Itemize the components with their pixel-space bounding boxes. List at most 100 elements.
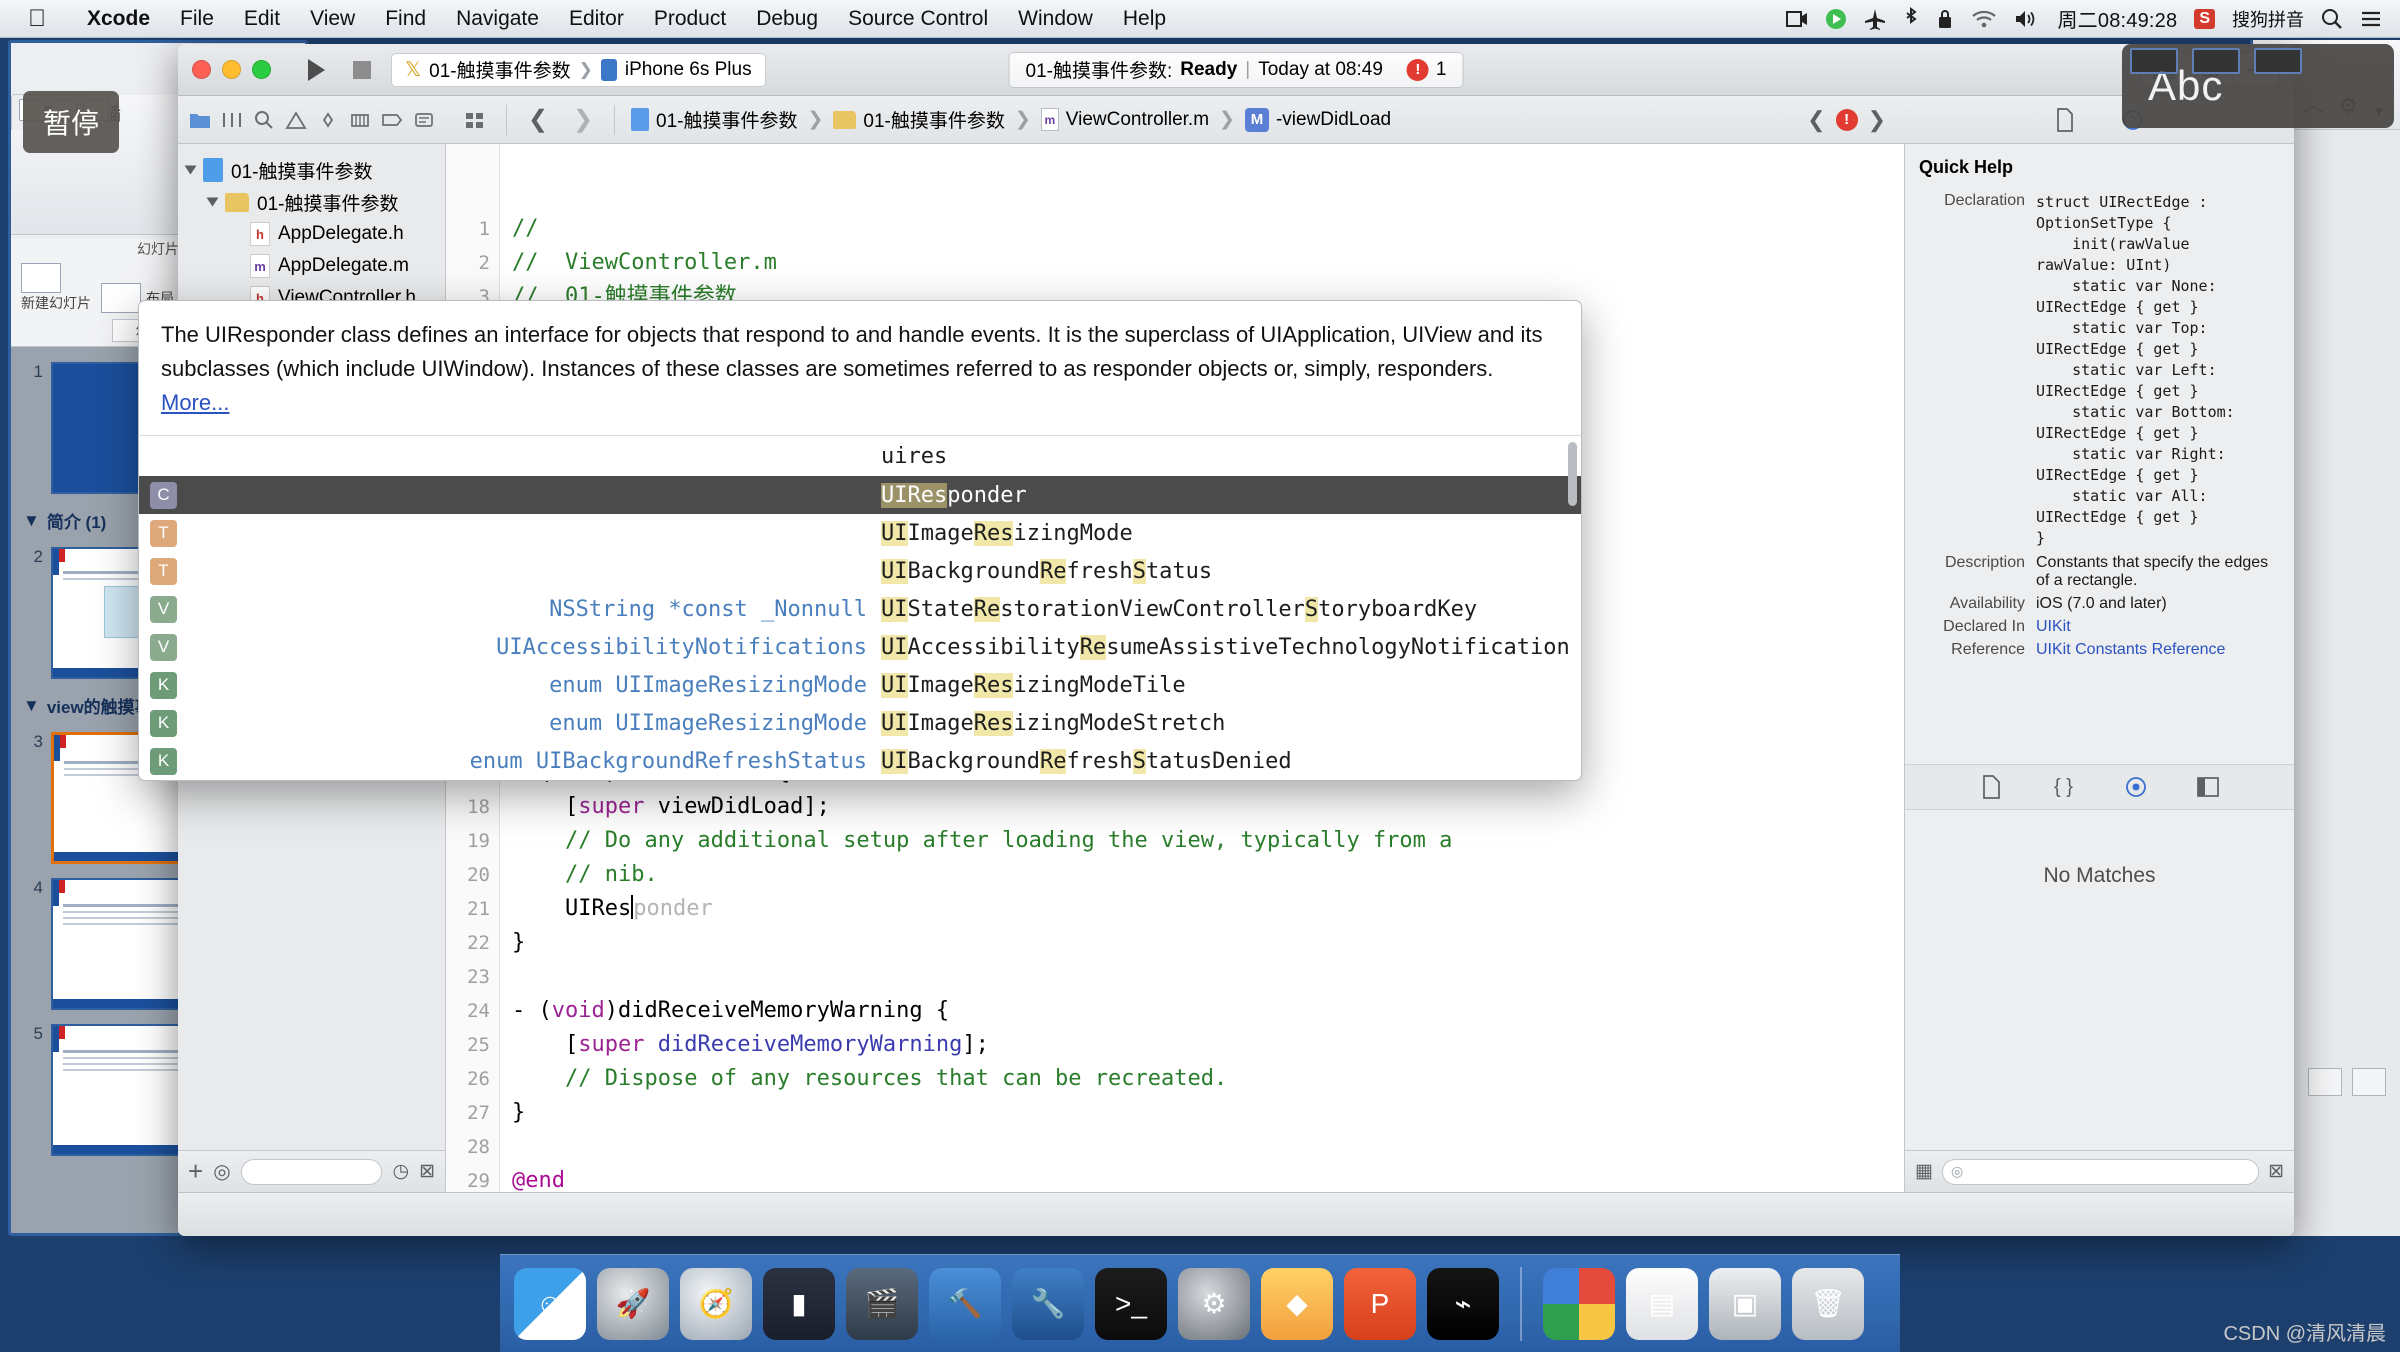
quick-help-reference-value[interactable]: UIKit Constants Reference <box>2036 641 2280 659</box>
completion-item[interactable]: T UIImageResizingMode <box>139 514 1581 552</box>
disclosure-triangle-icon[interactable]: ▼ <box>23 696 40 716</box>
ime-name-label[interactable]: 搜狗拼音 <box>2232 6 2304 32</box>
menu-item-source-control[interactable]: Source Control <box>833 7 1003 31</box>
test-navigator-icon[interactable] <box>314 104 343 136</box>
menu-item-edit[interactable]: Edit <box>229 7 295 31</box>
system-preferences-icon[interactable]: ⚙ <box>1178 1267 1250 1340</box>
run-button[interactable] <box>293 53 339 87</box>
menu-item-product[interactable]: Product <box>639 7 741 31</box>
completion-more-link[interactable]: More... <box>161 390 229 415</box>
code-completion-popup[interactable]: The UIResponder class defines an interfa… <box>138 300 1582 781</box>
previous-issue-button[interactable]: ❮ <box>1807 107 1825 133</box>
quick-help-declared-in-value[interactable]: UIKit <box>2036 618 2280 636</box>
code-line[interactable]: 20 // nib. <box>446 858 1904 892</box>
navigator-filter-bar[interactable]: + ◎ ◷ ⊠ <box>178 1150 445 1192</box>
completion-scrollbar[interactable] <box>1568 442 1577 506</box>
minimize-window-button[interactable] <box>222 60 241 79</box>
terminal-icon[interactable]: >_ <box>1095 1267 1167 1340</box>
completion-list[interactable]: uires C UIResponder T UIImageResizingMode T UI… <box>139 435 1581 780</box>
code-line[interactable]: 29 @end <box>446 1164 1904 1192</box>
breadcrumb-item-file[interactable]: m ViewController.m ❯ <box>1040 108 1238 131</box>
close-library-icon[interactable]: ⊠ <box>2268 1160 2284 1183</box>
sketch-icon[interactable]: ◆ <box>1261 1267 1333 1340</box>
code-line[interactable]: 1 // <box>446 212 1904 246</box>
filter-icon[interactable]: ◎ <box>213 1159 230 1184</box>
code-snippet-library-icon[interactable]: { } <box>2049 772 2079 802</box>
code-line[interactable]: 25 [super didReceiveMemoryWarning]; <box>446 1028 1904 1062</box>
downloads-stack-icon[interactable]: ▣ <box>1709 1267 1781 1340</box>
xcode-debug-bar[interactable] <box>178 1192 2294 1236</box>
menu-bar-clock[interactable]: 周二08:49:28 <box>2057 4 2177 33</box>
documents-stack-icon[interactable]: ▤ <box>1626 1267 1698 1340</box>
source-control-filter-icon[interactable]: ⊠ <box>419 1160 435 1183</box>
menu-bar-status-items[interactable]: 周二08:49:28 S 搜狗拼音 <box>1769 4 2400 33</box>
ime-floating-panel[interactable]: Abc <box>2122 44 2394 128</box>
window-traffic-lights[interactable] <box>192 60 271 79</box>
code-line[interactable]: 18 [super viewDidLoad]; <box>446 790 1904 824</box>
completion-item[interactable]: T UIBackgroundRefreshStatus <box>139 552 1581 590</box>
xcode-beta-icon[interactable]: 🔧 <box>1012 1267 1084 1340</box>
navigator-filter-input[interactable] <box>240 1158 383 1185</box>
file-inspector-icon[interactable] <box>2044 104 2086 136</box>
source-control-navigator-icon[interactable] <box>218 104 247 136</box>
zoom-window-button[interactable] <box>252 60 271 79</box>
iterm-icon[interactable]: ⌁ <box>1427 1267 1499 1340</box>
disclosure-triangle-icon[interactable] <box>184 165 197 175</box>
code-line[interactable]: 23 <box>446 960 1904 994</box>
completion-query-row[interactable]: uires <box>139 436 1581 476</box>
menu-item-find[interactable]: Find <box>370 7 441 31</box>
quicktime-icon[interactable]: 🎬 <box>846 1267 918 1340</box>
tree-item-folder[interactable]: 01-触摸事件参数 <box>178 186 445 218</box>
issue-stepper[interactable]: ❮ ! ❯ <box>1807 107 1896 133</box>
go-forward-button[interactable]: ❯ <box>562 104 604 136</box>
airplane-icon[interactable] <box>1864 8 1886 30</box>
code-line[interactable]: 28 <box>446 1130 1904 1164</box>
editor-jump-bar[interactable]: ❮ ❯ 01-触摸事件参数 ❯ 01-触摸事件参数 ❯ m ViewContro… <box>446 104 1904 136</box>
completion-item[interactable]: Kenum UIImageResizingMode UIImageResizing… <box>139 704 1581 742</box>
debug-navigator-icon[interactable] <box>345 104 374 136</box>
add-file-button[interactable]: + <box>188 1156 203 1187</box>
library-filter-bar[interactable]: ▦ ◎ ⊠ <box>1905 1150 2294 1192</box>
menu-item-view[interactable]: View <box>295 7 370 31</box>
grid-view-icon[interactable] <box>2308 1068 2342 1096</box>
ime-logo-icon[interactable]: S <box>2194 8 2215 29</box>
menu-item-editor[interactable]: Editor <box>554 7 639 31</box>
completion-item[interactable]: V NSString *const _Nonnull UIStateRestorat… <box>139 590 1581 628</box>
tree-item-file[interactable]: m AppDelegate.m <box>178 250 445 282</box>
bluetooth-icon[interactable] <box>1903 6 1919 31</box>
apple-logo-icon[interactable]:  <box>28 5 46 33</box>
search-icon[interactable] <box>2321 8 2343 30</box>
breadcrumb-item-symbol[interactable]: M -viewDidLoad <box>1244 107 1391 132</box>
screen-record-icon[interactable] <box>1786 9 1808 29</box>
launchpad-icon[interactable]: 🚀 <box>597 1267 669 1340</box>
breadcrumb-item-project[interactable]: 01-触摸事件参数 ❯ <box>631 106 826 133</box>
xcode-jump-bar[interactable]: ❮ ❯ 01-触摸事件参数 ❯ 01-触摸事件参数 ❯ m ViewContro… <box>178 96 2294 144</box>
code-line[interactable]: 26 // Dispose of any resources that can … <box>446 1062 1904 1096</box>
grid-layout-icon[interactable]: ▦ <box>1915 1160 1933 1183</box>
completion-item[interactable]: V UIAccessibilityNotifications UIAccessibi… <box>139 628 1581 666</box>
quick-help-inspector[interactable]: Quick Help Declaration struct UIRectEdge… <box>1904 144 2294 1192</box>
disclosure-triangle-icon[interactable] <box>206 197 219 207</box>
code-line[interactable]: 27} <box>446 1096 1904 1130</box>
menu-item-xcode[interactable]: Xcode <box>72 7 165 31</box>
stop-button[interactable] <box>339 53 385 87</box>
mouse-icon[interactable]: ▮ <box>763 1267 835 1340</box>
completion-item[interactable]: Kenum UIImageResizingMode UIImageResizing… <box>139 666 1581 704</box>
notification-center-icon[interactable] <box>2360 9 2382 29</box>
menu-item-navigate[interactable]: Navigate <box>441 7 554 31</box>
next-issue-button[interactable]: ❯ <box>1868 107 1886 133</box>
menu-item-help[interactable]: Help <box>1108 7 1181 31</box>
completion-item-selected[interactable]: C UIResponder <box>139 476 1581 514</box>
search-navigator-icon[interactable] <box>250 104 279 136</box>
breadcrumb[interactable]: 01-触摸事件参数 ❯ 01-触摸事件参数 ❯ m ViewController… <box>625 106 1391 133</box>
trash-icon[interactable]: 🗑 <box>1792 1267 1864 1340</box>
folder-navigator-icon[interactable] <box>186 104 215 136</box>
object-library-icon[interactable] <box>2121 772 2151 802</box>
volume-icon[interactable] <box>2014 9 2040 29</box>
completion-item[interactable]: Kenum UIBackgroundRefreshStatus UIBackgro… <box>139 742 1581 780</box>
paw-icon[interactable]: P <box>1344 1267 1416 1340</box>
xcode-icon[interactable]: 🔨 <box>929 1267 1001 1340</box>
tree-item-file[interactable]: h AppDelegate.h <box>178 218 445 250</box>
disclosure-triangle-icon[interactable]: ▼ <box>23 511 40 531</box>
media-library-icon[interactable] <box>2193 772 2223 802</box>
